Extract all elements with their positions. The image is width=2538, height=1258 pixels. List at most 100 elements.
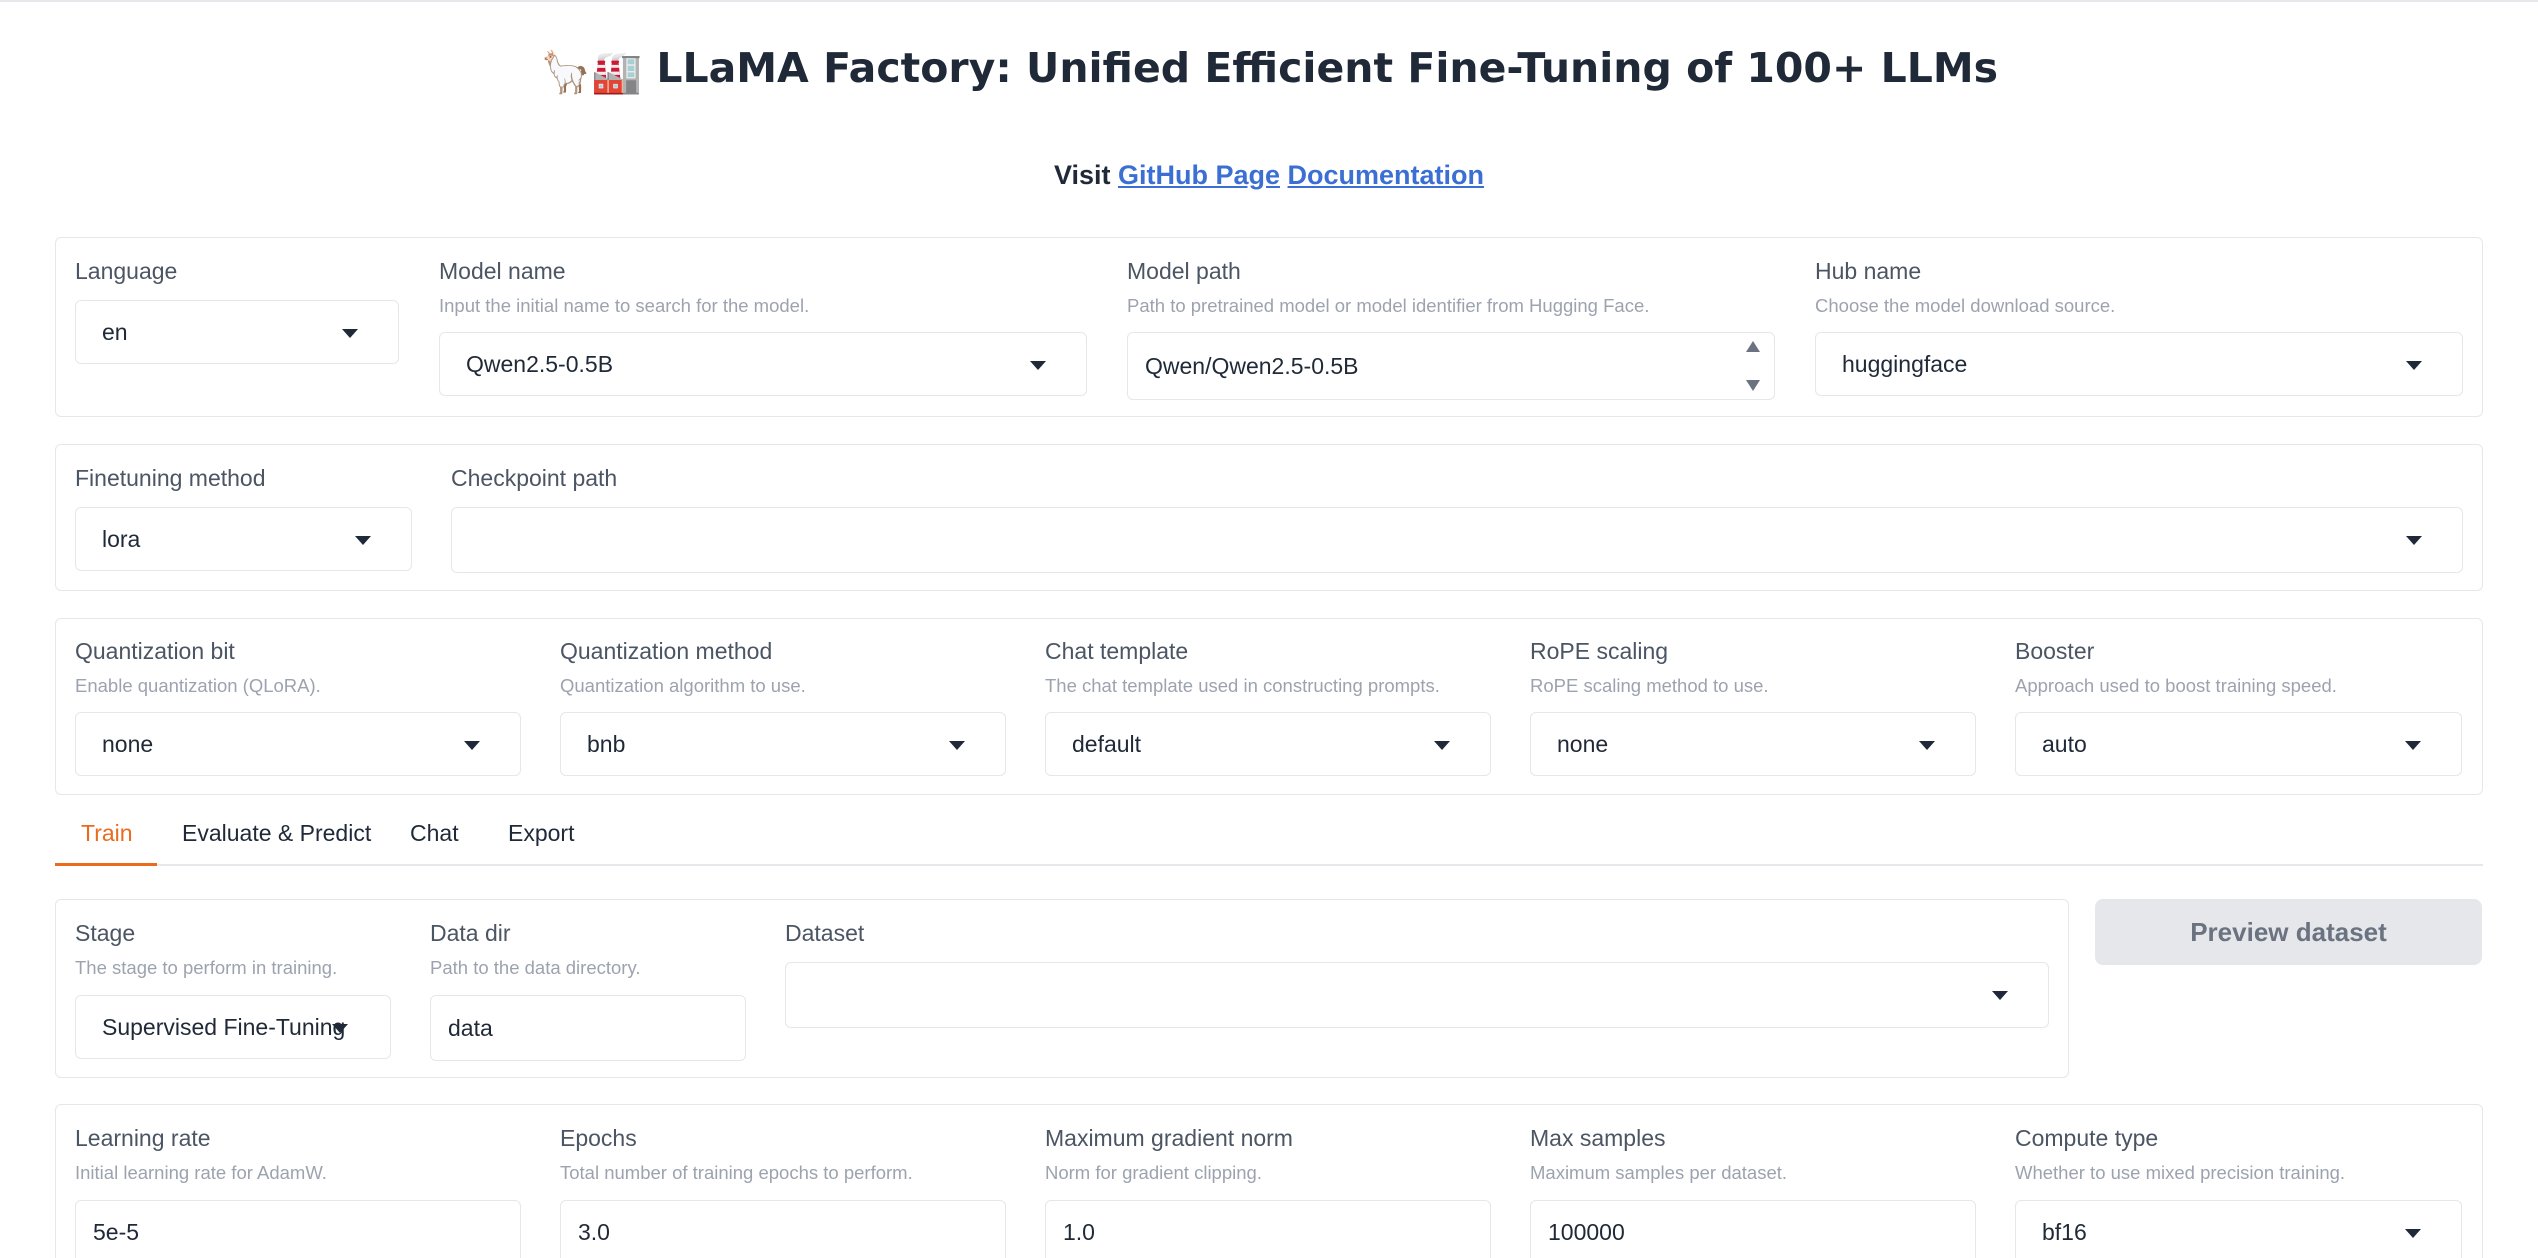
booster-field: Booster Approach used to boost training … [2015, 638, 2337, 697]
epochs-label: Epochs [560, 1125, 637, 1151]
page-title: 🦙🏭 LLaMA Factory: Unified Efficient Fine… [0, 44, 2538, 97]
tab-train[interactable]: Train [81, 820, 133, 847]
quantization-bit-dropdown[interactable]: none [75, 712, 521, 776]
booster-value: auto [2042, 730, 2087, 757]
learning-rate-value: 5e-5 [93, 1218, 140, 1245]
max-samples-input[interactable]: 100000 [1530, 1200, 1976, 1258]
data-dir-label: Data dir [430, 920, 511, 946]
quantization-method-value: bnb [587, 730, 626, 757]
hub-name-field: Hub name Choose the model download sourc… [1815, 258, 2115, 317]
language-value: en [102, 318, 128, 345]
documentation-link[interactable]: Documentation [1288, 160, 1485, 190]
rope-scaling-dropdown[interactable]: none [1530, 712, 1976, 776]
chevron-down-icon [2405, 1229, 2421, 1238]
quantization-bit-value: none [102, 730, 154, 757]
stage-dropdown[interactable]: Supervised Fine-Tuning [75, 995, 391, 1059]
chevron-down-icon [1434, 741, 1450, 750]
preview-dataset-button[interactable]: Preview dataset [2095, 899, 2482, 965]
quantization-method-field: Quantization method Quantization algorit… [560, 638, 806, 697]
epochs-value: 3.0 [578, 1218, 610, 1245]
model-name-field: Model name Input the initial name to sea… [439, 258, 809, 317]
finetuning-method-label: Finetuning method [75, 465, 266, 491]
tab-evaluate-predict[interactable]: Evaluate & Predict [182, 820, 371, 847]
epochs-field: Epochs Total number of training epochs t… [560, 1125, 913, 1184]
hub-name-dropdown[interactable]: huggingface [1815, 332, 2463, 396]
chat-template-dropdown[interactable]: default [1045, 712, 1491, 776]
chevron-down-icon [2406, 361, 2422, 370]
hub-name-label: Hub name [1815, 258, 1922, 284]
model-path-label: Model path [1127, 258, 1241, 284]
chevron-down-icon [342, 329, 358, 338]
scroll-up-icon[interactable] [1746, 341, 1760, 352]
chevron-down-icon [1992, 991, 2008, 1000]
quantization-method-label: Quantization method [560, 638, 773, 664]
model-path-input[interactable]: Qwen/Qwen2.5-0.5B [1127, 332, 1775, 400]
finetune-panel: Finetuning method lora Checkpoint path [55, 444, 2483, 591]
main-tabs: Train Evaluate & Predict Chat Export [55, 808, 2483, 866]
learning-rate-info: Initial learning rate for AdamW. [75, 1162, 327, 1183]
rope-scaling-info: RoPE scaling method to use. [1530, 675, 1769, 696]
top-divider [0, 0, 2538, 2]
github-link[interactable]: GitHub Page [1118, 160, 1280, 190]
max-samples-value: 100000 [1548, 1218, 1625, 1245]
tab-chat[interactable]: Chat [410, 820, 459, 847]
finetuning-method-value: lora [102, 525, 141, 552]
hub-name-info: Choose the model download source. [1815, 295, 2116, 316]
data-dir-input[interactable]: data [430, 995, 746, 1061]
chevron-down-icon [332, 1024, 348, 1033]
stage-field: Stage The stage to perform in training. [75, 920, 337, 979]
max-grad-norm-field: Maximum gradient norm Norm for gradient … [1045, 1125, 1293, 1184]
quantization-bit-field: Quantization bit Enable quantization (QL… [75, 638, 321, 697]
epochs-info: Total number of training epochs to perfo… [560, 1162, 913, 1183]
quantization-method-info: Quantization algorithm to use. [560, 675, 806, 696]
max-grad-norm-label: Maximum gradient norm [1045, 1125, 1293, 1151]
data-panel: Stage The stage to perform in training. … [55, 899, 2069, 1078]
quantization-method-dropdown[interactable]: bnb [560, 712, 1006, 776]
chat-template-field: Chat template The chat template used in … [1045, 638, 1440, 697]
data-dir-value: data [448, 1014, 493, 1041]
stage-label: Stage [75, 920, 136, 946]
model-name-value: Qwen2.5-0.5B [466, 350, 614, 377]
learning-rate-input[interactable]: 5e-5 [75, 1200, 521, 1258]
tab-export[interactable]: Export [508, 820, 574, 847]
model-path-field: Model path Path to pretrained model or m… [1127, 258, 1649, 317]
rope-scaling-label: RoPE scaling [1530, 638, 1669, 664]
checkpoint-path-label: Checkpoint path [451, 465, 618, 491]
max-grad-norm-input[interactable]: 1.0 [1045, 1200, 1491, 1258]
epochs-input[interactable]: 3.0 [560, 1200, 1006, 1258]
chevron-down-icon [1919, 741, 1935, 750]
chat-template-info: The chat template used in constructing p… [1045, 675, 1440, 696]
max-samples-label: Max samples [1530, 1125, 1666, 1151]
booster-info: Approach used to boost training speed. [2015, 675, 2337, 696]
rope-scaling-field: RoPE scaling RoPE scaling method to use. [1530, 638, 1769, 697]
checkpoint-path-dropdown[interactable] [451, 507, 2463, 573]
stage-value: Supervised Fine-Tuning [102, 1013, 346, 1040]
hub-name-value: huggingface [1842, 350, 1968, 377]
quantization-bit-info: Enable quantization (QLoRA). [75, 675, 321, 696]
dataset-label: Dataset [785, 920, 865, 946]
quantization-bit-label: Quantization bit [75, 638, 235, 664]
chevron-down-icon [1030, 361, 1046, 370]
compute-type-info: Whether to use mixed precision training. [2015, 1162, 2346, 1183]
hyperparams-panel: Learning rate Initial learning rate for … [55, 1104, 2483, 1258]
data-dir-field: Data dir Path to the data directory. [430, 920, 640, 979]
dataset-dropdown[interactable] [785, 962, 2049, 1028]
checkpoint-path-field: Checkpoint path [451, 465, 617, 492]
booster-dropdown[interactable]: auto [2015, 712, 2462, 776]
model-name-dropdown[interactable]: Qwen2.5-0.5B [439, 332, 1087, 396]
rope-scaling-value: none [1557, 730, 1609, 757]
dataset-field: Dataset [785, 920, 864, 947]
language-dropdown[interactable]: en [75, 300, 399, 364]
llama-factory-icon: 🦙🏭 [539, 48, 643, 96]
finetuning-method-field: Finetuning method [75, 465, 266, 492]
model-path-info: Path to pretrained model or model identi… [1127, 295, 1650, 316]
chat-template-value: default [1072, 730, 1142, 757]
active-tab-indicator [55, 863, 157, 866]
compute-type-dropdown[interactable]: bf16 [2015, 1200, 2462, 1258]
chevron-down-icon [949, 741, 965, 750]
finetuning-method-dropdown[interactable]: lora [75, 507, 412, 571]
scroll-down-icon[interactable] [1746, 380, 1760, 391]
max-samples-field: Max samples Maximum samples per dataset. [1530, 1125, 1787, 1184]
model-name-info: Input the initial name to search for the… [439, 295, 810, 316]
learning-rate-label: Learning rate [75, 1125, 211, 1151]
